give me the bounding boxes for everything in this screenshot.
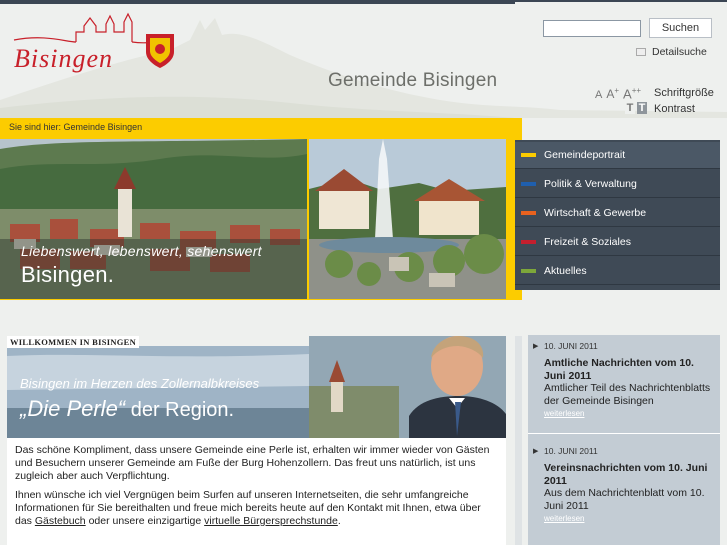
font-size-large-sup: ++: [631, 86, 642, 95]
mayor-photo: [309, 336, 506, 438]
main-navigation: Gemeindeportrait Politik & Verwaltung Wi…: [515, 140, 720, 290]
nav-item-gemeindeportrait[interactable]: Gemeindeportrait: [515, 142, 720, 169]
hero-slogan-line2: Bisingen.: [21, 262, 115, 287]
contrast-high-button[interactable]: T: [637, 102, 647, 114]
nav-color-bar: [521, 240, 536, 244]
nav-color-bar: [521, 153, 536, 157]
nav-item-wirtschaft[interactable]: Wirtschaft & Gewerbe: [515, 200, 720, 227]
nav-item-label: Wirtschaft & Gewerbe: [544, 207, 647, 219]
font-size-medium-sup: +: [614, 86, 620, 96]
welcome-paragraph-2-mid: oder unsere einzigartige: [85, 515, 205, 527]
nav-item-politik[interactable]: Politik & Verwaltung: [515, 171, 720, 198]
welcome-heading-quote: „Die Perle“: [20, 396, 126, 421]
nav-item-label: Gemeindeportrait: [544, 149, 626, 161]
breadcrumb: Sie sind hier: Gemeinde Bisingen: [9, 122, 142, 132]
news-body: Amtlicher Teil des Nachrichtenblatts der…: [544, 382, 711, 407]
news-title[interactable]: Amtliche Nachrichten vom 10. Juni 2011: [544, 357, 716, 382]
hero-photo-town: Liebenswert, lebenswert, sehenswert Bisi…: [0, 139, 307, 299]
read-more-link[interactable]: weiterlesen: [544, 409, 716, 418]
search-button[interactable]: Suchen: [649, 18, 712, 38]
font-size-label: Schriftgröße: [654, 87, 714, 99]
guestbook-link[interactable]: Gästebuch: [35, 515, 86, 527]
font-size-medium-button[interactable]: A+: [606, 86, 619, 101]
nav-color-bar: [521, 269, 536, 273]
search-detail-icon: [636, 48, 646, 56]
nav-item-label: Aktuelles: [544, 265, 587, 277]
contrast-label: Kontrast: [654, 103, 695, 115]
news-date: 10. JUNI 2011: [544, 446, 598, 456]
welcome-paragraph-2: Ihnen wünsche ich viel Vergnügen beim Su…: [15, 489, 498, 528]
read-more-link[interactable]: weiterlesen: [544, 514, 716, 523]
column-separator: [515, 336, 522, 545]
breadcrumb-current[interactable]: Gemeinde Bisingen: [64, 122, 143, 132]
welcome-text: Das schöne Kompliment, dass unsere Gemei…: [7, 438, 506, 545]
welcome-heading-1: Bisingen im Herzen des Zollernalbkreises: [20, 376, 260, 391]
news-item: ▶ 10. JUNI 2011 Vereinsnachrichten vom 1…: [533, 446, 716, 523]
nav-item-freizeit[interactable]: Freizeit & Soziales: [515, 229, 720, 256]
welcome-heading-rest: der Region.: [125, 399, 235, 421]
contrast-normal-button[interactable]: T: [625, 102, 635, 114]
welcome-heading-2: „Die Perle“ der Region.: [20, 396, 234, 422]
nav-color-bar: [521, 182, 536, 186]
detail-search-link[interactable]: Detailsuche: [636, 46, 707, 58]
nav-item-label: Politik & Verwaltung: [544, 178, 637, 190]
arrow-right-icon: ▶: [533, 448, 539, 455]
news-title[interactable]: Vereinsnachrichten vom 10. Juni 2011: [544, 462, 716, 487]
news-body: Aus dem Nachrichtenblatt vom 10. Juni 20…: [544, 487, 705, 512]
news-divider: [528, 433, 720, 434]
contrast-controls: T T: [625, 102, 647, 114]
breadcrumb-prefix: Sie sind hier:: [9, 122, 62, 132]
nav-item-aktuelles[interactable]: Aktuelles: [515, 258, 720, 285]
welcome-paragraph-2-end: .: [337, 515, 341, 527]
font-size-large-label: A: [623, 86, 632, 102]
font-size-small-button[interactable]: A: [595, 89, 602, 101]
detail-search-label: Detailsuche: [652, 46, 707, 58]
arrow-right-icon: ▶: [533, 343, 539, 350]
hero-slogan-line1: Liebenswert, lebenswert, sehenswert: [21, 243, 262, 259]
hero-photo-fountain: [309, 139, 506, 299]
logo-text: Bisingen: [14, 44, 113, 73]
news-item: ▶ 10. JUNI 2011 Amtliche Nachrichten vom…: [533, 341, 716, 418]
welcome-paragraph-1: Das schöne Kompliment, dass unsere Gemei…: [15, 444, 490, 482]
font-size-controls: A A+ A++: [595, 86, 641, 101]
site-tagline: Gemeinde Bisingen: [328, 70, 498, 91]
news-date: 10. JUNI 2011: [544, 341, 598, 351]
nav-item-label: Freizeit & Soziales: [544, 236, 631, 248]
welcome-banner: [7, 346, 309, 438]
news-panel: ▶ 10. JUNI 2011 Amtliche Nachrichten vom…: [528, 335, 720, 545]
logo[interactable]: Bisingen: [6, 12, 176, 73]
nav-color-bar: [521, 211, 536, 215]
virtual-office-hours-link[interactable]: virtuelle Bürgersprechstunde: [204, 515, 338, 527]
search-input[interactable]: [543, 20, 641, 37]
welcome-label: WILLKOMMEN IN BISINGEN: [7, 336, 140, 348]
font-size-large-button[interactable]: A++: [623, 86, 641, 101]
